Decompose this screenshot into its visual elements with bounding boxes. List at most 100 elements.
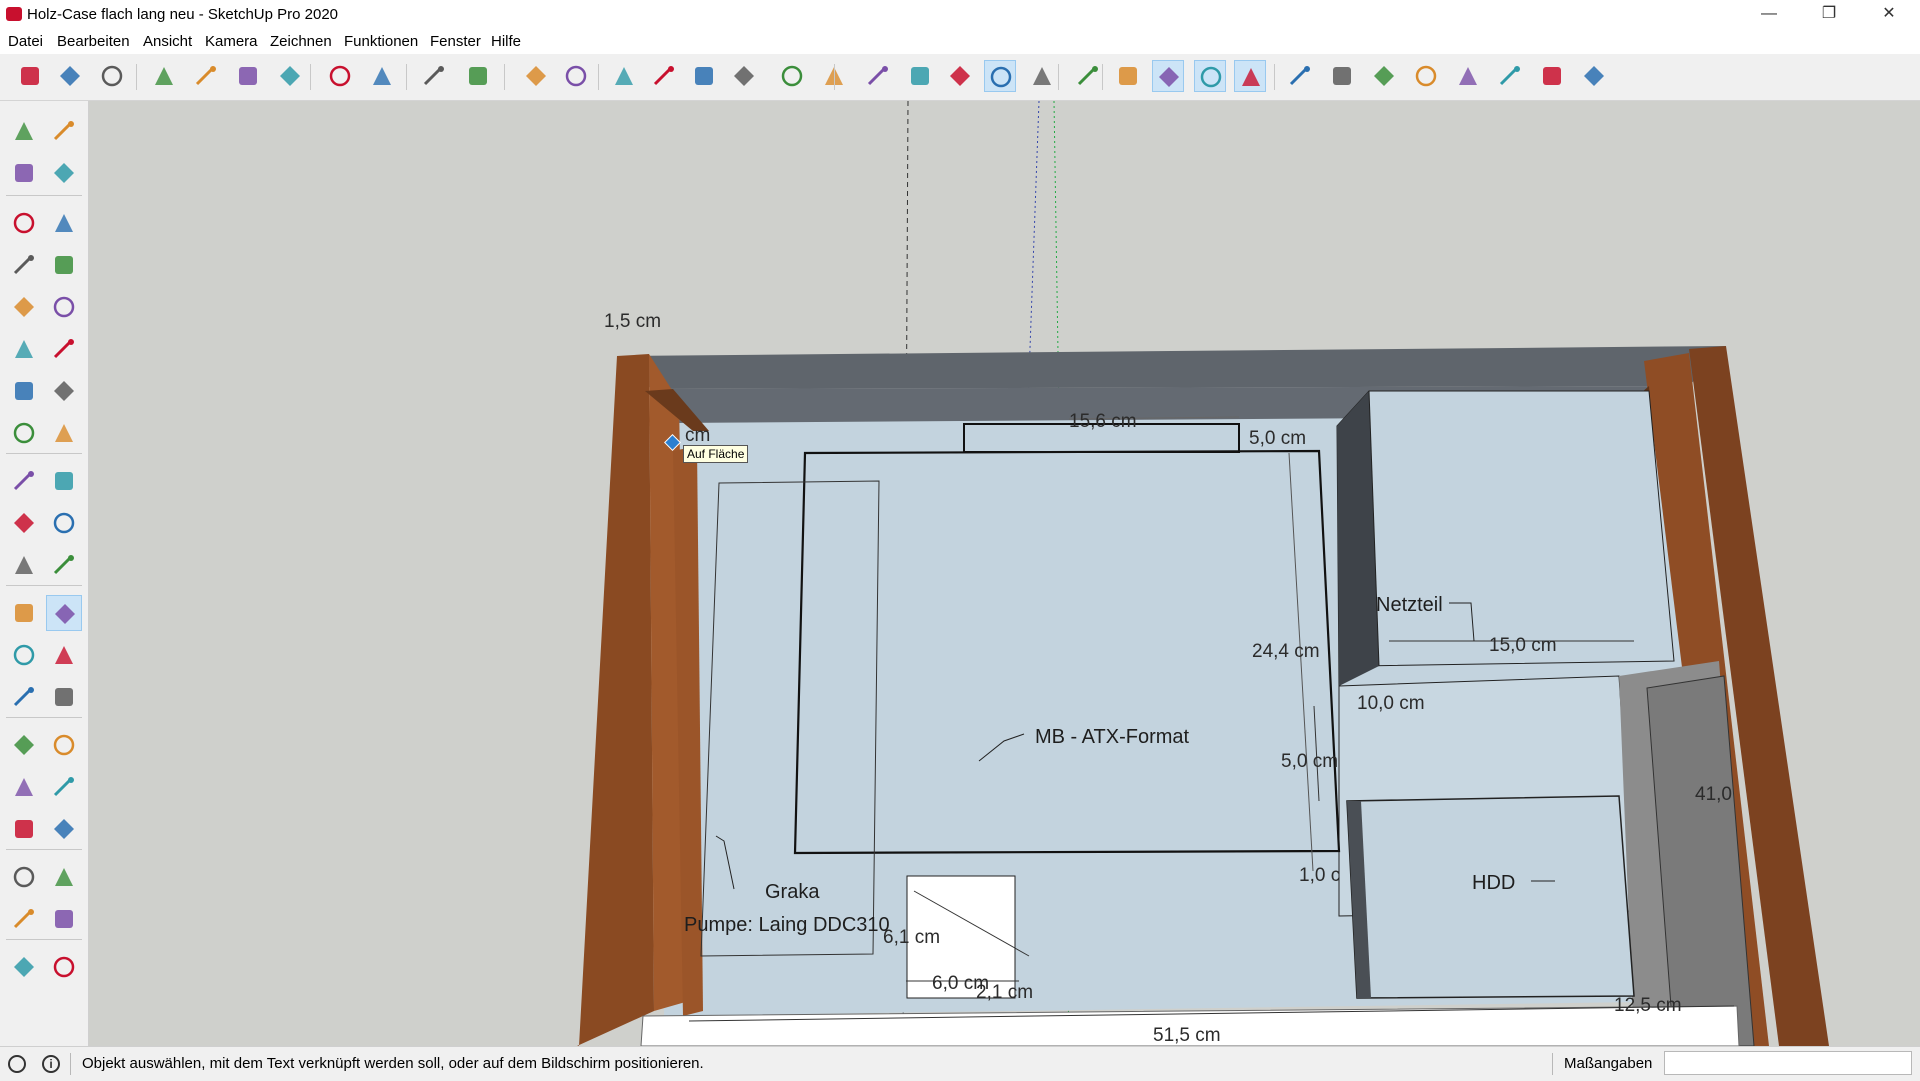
menu-kamera[interactable]: Kamera — [205, 33, 258, 50]
close-button[interactable]: ✕ — [1866, 0, 1912, 30]
rotate-tool[interactable] — [6, 463, 42, 499]
follow-me-tool[interactable] — [46, 463, 82, 499]
3d-warehouse-tool-tool[interactable] — [6, 901, 42, 937]
paint-bucket-tool[interactable] — [6, 155, 42, 191]
paste-button[interactable] — [232, 60, 264, 92]
open-button[interactable] — [54, 60, 86, 92]
stamp-button[interactable] — [1368, 60, 1400, 92]
measurements-input[interactable] — [1664, 1051, 1912, 1075]
menu-bearbeiten[interactable]: Bearbeiten — [57, 33, 130, 50]
move-tool[interactable] — [6, 415, 42, 451]
smoove-button[interactable] — [1326, 60, 1358, 92]
new-button[interactable] — [14, 60, 46, 92]
redo-button[interactable] — [366, 60, 398, 92]
geo-location-icon[interactable] — [8, 1055, 26, 1073]
front-view-button[interactable] — [608, 60, 640, 92]
section-plane-button[interactable] — [1112, 60, 1144, 92]
menu-hilfe[interactable]: Hilfe — [491, 33, 521, 50]
offset-tool[interactable] — [46, 505, 82, 541]
shaded-textures-button[interactable] — [984, 60, 1016, 92]
drape-button[interactable] — [1410, 60, 1442, 92]
axes-tool[interactable] — [6, 637, 42, 673]
monochrome-button[interactable] — [1026, 60, 1058, 92]
sandbox-button[interactable] — [1284, 60, 1316, 92]
look-around-tool[interactable] — [46, 811, 82, 847]
walk-tool[interactable] — [6, 859, 42, 895]
line-tool[interactable] — [6, 205, 42, 241]
3d-warehouse-button[interactable] — [1536, 60, 1568, 92]
hidden-line-button[interactable] — [904, 60, 936, 92]
dimension-tool[interactable] — [46, 547, 82, 583]
style-button[interactable] — [1072, 60, 1104, 92]
iso-view-button[interactable] — [520, 60, 552, 92]
xray-button[interactable] — [776, 60, 808, 92]
wireframe-button[interactable] — [862, 60, 894, 92]
left-view-button[interactable] — [728, 60, 760, 92]
circle-tool[interactable] — [6, 289, 42, 325]
eraser-tool[interactable] — [46, 155, 82, 191]
cut-button[interactable] — [148, 60, 180, 92]
minimize-button[interactable]: — — [1746, 0, 1792, 30]
copy-button[interactable] — [190, 60, 222, 92]
ruby-tool[interactable] — [46, 949, 82, 985]
protractor-tool[interactable] — [6, 595, 42, 631]
pie-tool[interactable] — [46, 373, 82, 409]
arc-tool[interactable] — [6, 331, 42, 367]
restore-button[interactable]: ❐ — [1806, 0, 1852, 30]
freehand-tool[interactable] — [46, 205, 82, 241]
save-button[interactable] — [96, 60, 128, 92]
section-cuts-button[interactable] — [1194, 60, 1226, 92]
2-point-arc-tool[interactable] — [46, 331, 82, 367]
text-tool[interactable] — [46, 595, 82, 631]
top-view-button[interactable] — [560, 60, 592, 92]
add-detail-button[interactable] — [1452, 60, 1484, 92]
palette-separator — [6, 585, 82, 586]
push-pull-tool[interactable] — [46, 415, 82, 451]
print-button[interactable] — [418, 60, 450, 92]
info-icon[interactable]: i — [42, 1055, 60, 1073]
menu-fenster[interactable]: Fenster — [430, 33, 481, 50]
menu-datei[interactable]: Datei — [8, 33, 43, 50]
menu-zeichnen[interactable]: Zeichnen — [270, 33, 332, 50]
shaded-button[interactable] — [944, 60, 976, 92]
extension-warehouse-tool[interactable] — [46, 901, 82, 937]
erase-button[interactable] — [274, 60, 306, 92]
model-viewport[interactable]: 1,5 cm 15,6 cm 5,0 cm 24,4 cm 15,0 cm 10… — [89, 101, 1920, 1046]
extension-button[interactable] — [1578, 60, 1610, 92]
select-tool[interactable] — [6, 113, 42, 149]
dim-label: 5,0 cm — [1281, 751, 1338, 772]
zoom-extents-tool[interactable] — [6, 769, 42, 805]
make-component-tool[interactable] — [46, 113, 82, 149]
model-info-button[interactable] — [462, 60, 494, 92]
zoom-window-tool[interactable] — [46, 727, 82, 763]
orbit-tool[interactable] — [6, 679, 42, 715]
model-scene[interactable]: 1,5 cm 15,6 cm 5,0 cm 24,4 cm 15,0 cm 10… — [89, 101, 1920, 1046]
section-display-button[interactable] — [1152, 60, 1184, 92]
toolbar-separator — [834, 64, 835, 90]
menu-ansicht[interactable]: Ansicht — [143, 33, 192, 50]
hdd-box — [1346, 795, 1635, 999]
layout-tool[interactable] — [6, 949, 42, 985]
palette-separator — [6, 453, 82, 454]
back-view-button[interactable] — [688, 60, 720, 92]
zoom-tool[interactable] — [6, 727, 42, 763]
rotated-rectangle-tool[interactable] — [46, 247, 82, 283]
undo-button[interactable] — [324, 60, 356, 92]
rectangle-tool[interactable] — [6, 247, 42, 283]
3-point-arc-tool[interactable] — [6, 373, 42, 409]
toolbar-separator — [1058, 64, 1059, 90]
flip-edge-button[interactable] — [1494, 60, 1526, 92]
menu-funktionen[interactable]: Funktionen — [344, 33, 418, 50]
section-plane-tool-tool[interactable] — [46, 859, 82, 895]
position-camera-tool[interactable] — [6, 811, 42, 847]
polygon-tool[interactable] — [46, 289, 82, 325]
right-view-button[interactable] — [648, 60, 680, 92]
scale-tool[interactable] — [6, 505, 42, 541]
tape-measure-tool[interactable] — [6, 547, 42, 583]
graka-label: Graka — [765, 881, 820, 903]
toolbar-separator — [310, 64, 311, 90]
component-options-button[interactable] — [1234, 60, 1266, 92]
pan-tool[interactable] — [46, 679, 82, 715]
previous-view-tool[interactable] — [46, 769, 82, 805]
3d-text-tool[interactable] — [46, 637, 82, 673]
